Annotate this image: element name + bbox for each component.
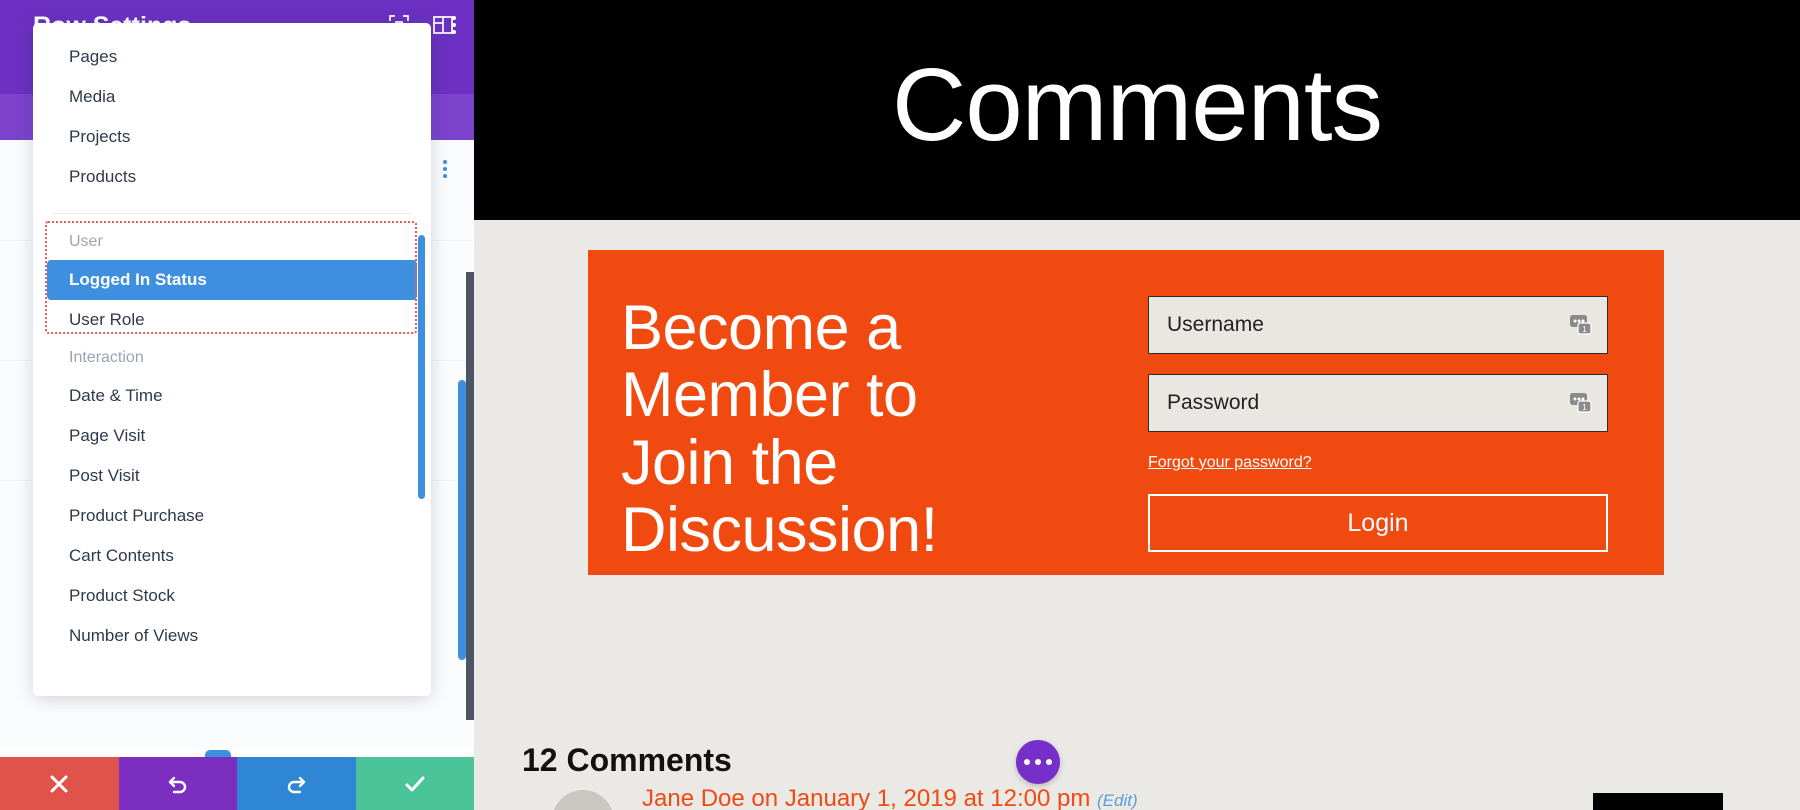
settings-footer-toolbar bbox=[0, 757, 474, 810]
password-manager-icon[interactable]: 1 bbox=[1569, 391, 1595, 415]
dropdown-item[interactable]: Products bbox=[33, 157, 431, 197]
username-label: Username bbox=[1167, 313, 1264, 336]
dot bbox=[443, 167, 447, 171]
password-label: Password bbox=[1167, 391, 1260, 414]
bottom-black-bar bbox=[1593, 793, 1723, 810]
dot bbox=[452, 23, 456, 27]
panel-scrollbar-thumb[interactable] bbox=[458, 380, 466, 660]
username-field[interactable]: Username 1 bbox=[1148, 296, 1608, 354]
password-manager-icon[interactable]: 1 bbox=[1569, 313, 1595, 337]
forgot-password-link[interactable]: Forgot your password? bbox=[1148, 454, 1312, 472]
cancel-button[interactable] bbox=[0, 757, 119, 810]
dropdown-scrollbar-thumb[interactable] bbox=[418, 235, 425, 499]
close-icon bbox=[50, 775, 68, 792]
svg-text:1: 1 bbox=[1582, 325, 1587, 334]
panel-scrollbar-track[interactable] bbox=[458, 380, 466, 760]
dropdown-item[interactable]: Product Purchase bbox=[33, 496, 431, 536]
comment-edit-link[interactable]: (Edit) bbox=[1097, 791, 1138, 810]
dropdown-item[interactable]: Logged In Status bbox=[47, 260, 417, 300]
comment-byline: Jane Doe on January 1, 2019 at 12:00 pm … bbox=[642, 785, 1138, 810]
undo-icon bbox=[168, 776, 186, 793]
hero-band: Comments bbox=[474, 0, 1800, 220]
dropdown-item[interactable]: Page Visit bbox=[33, 416, 431, 456]
dot bbox=[1024, 759, 1030, 765]
membership-promo-card: Become a Member to Join the Discussion! … bbox=[588, 250, 1664, 575]
dropdown-item[interactable]: Media bbox=[33, 77, 431, 117]
login-form: Username 1 Password 1 Forgot your passwo… bbox=[1148, 250, 1618, 552]
avatar bbox=[552, 790, 614, 810]
dropdown-item[interactable]: Date & Time bbox=[33, 376, 431, 416]
kebab-menu-icon[interactable] bbox=[452, 16, 456, 34]
dropdown-item[interactable]: User Role bbox=[33, 300, 431, 340]
screen-root: Comments Become a Member to Join the Dis… bbox=[0, 0, 1800, 810]
undo-button[interactable] bbox=[118, 757, 237, 810]
dropdown-item[interactable]: Cart Contents bbox=[33, 536, 431, 576]
dot bbox=[1046, 759, 1052, 765]
dropdown-list[interactable]: Pages Media Projects Products User Logged In … bbox=[33, 23, 431, 696]
dot bbox=[452, 30, 456, 34]
comments-heading: 12 Comments bbox=[522, 742, 732, 778]
dropdown-separator bbox=[53, 213, 411, 214]
dropdown-item[interactable]: Number of Views bbox=[33, 616, 431, 656]
page-preview: Comments Become a Member to Join the Dis… bbox=[474, 0, 1800, 810]
dot bbox=[452, 16, 456, 20]
module-kebab-icon[interactable] bbox=[443, 160, 447, 178]
dropdown-item[interactable]: Pages bbox=[33, 37, 431, 77]
check-icon bbox=[405, 776, 425, 791]
dropdown-item[interactable]: Product Stock bbox=[33, 576, 431, 616]
layout-icon[interactable] bbox=[432, 14, 454, 36]
row-settings-panel: Scroll Effects Row Settings Row bbox=[0, 0, 474, 810]
dropdown-item[interactable]: Post Visit bbox=[33, 456, 431, 496]
dot bbox=[443, 160, 447, 164]
dropdown-group-label: User bbox=[69, 233, 103, 250]
svg-text:1: 1 bbox=[1582, 403, 1587, 412]
promo-left-column: Become a Member to Join the Discussion! bbox=[588, 250, 1148, 565]
dynamic-content-dropdown[interactable]: Pages Media Projects Products User Logged In … bbox=[33, 23, 431, 696]
redo-icon bbox=[288, 776, 306, 793]
dropdown-item[interactable]: Projects bbox=[33, 117, 431, 157]
panel-edge-divider bbox=[466, 272, 474, 720]
redo-button[interactable] bbox=[237, 757, 356, 810]
dot bbox=[1035, 759, 1041, 765]
more-options-icon[interactable] bbox=[1016, 740, 1060, 784]
login-button[interactable]: Login bbox=[1148, 494, 1608, 552]
dropdown-group-label: Interaction bbox=[69, 349, 144, 366]
password-field[interactable]: Password 1 bbox=[1148, 374, 1608, 432]
hero-title: Comments bbox=[892, 46, 1383, 162]
promo-headline: Become a Member to Join the Discussion! bbox=[621, 293, 938, 566]
comment-author-date: Jane Doe on January 1, 2019 at 12:00 pm bbox=[642, 785, 1097, 810]
save-button[interactable] bbox=[355, 757, 474, 810]
dot bbox=[443, 174, 447, 178]
